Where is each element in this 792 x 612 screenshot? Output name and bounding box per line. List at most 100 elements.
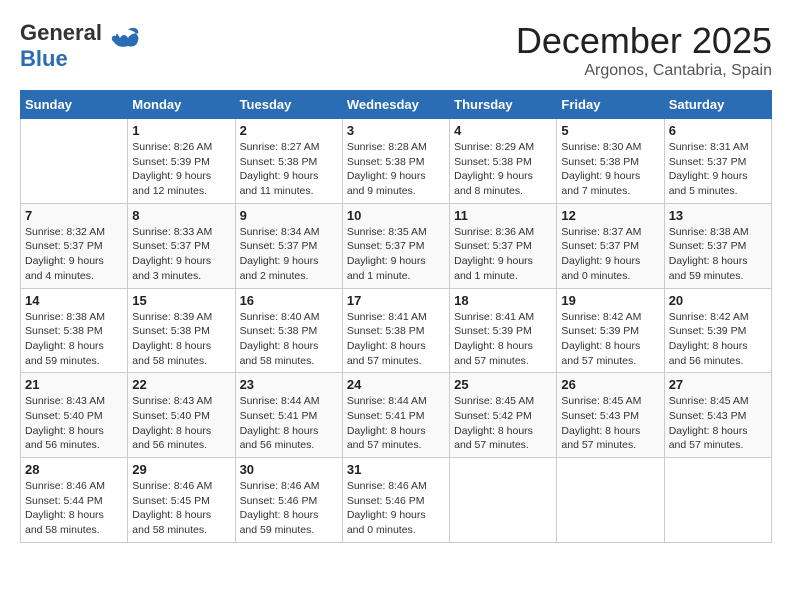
logo-blue: Blue [20,46,68,71]
calendar-day-cell: 15 Sunrise: 8:39 AM Sunset: 5:38 PM Dayli… [128,288,235,373]
calendar-day-cell: 2 Sunrise: 8:27 AM Sunset: 5:38 PM Daylig… [235,119,342,204]
day-info: Sunrise: 8:36 AM Sunset: 5:37 PM Dayligh… [454,225,552,284]
day-info: Sunrise: 8:42 AM Sunset: 5:39 PM Dayligh… [669,310,767,369]
day-of-week-header: Monday [128,91,235,119]
month-title: December 2025 [516,20,772,62]
calendar-day-cell: 21 Sunrise: 8:43 AM Sunset: 5:40 PM Dayli… [21,373,128,458]
day-of-week-header: Saturday [664,91,771,119]
day-number: 2 [240,123,338,138]
day-number: 24 [347,377,445,392]
day-info: Sunrise: 8:46 AM Sunset: 5:46 PM Dayligh… [240,479,338,538]
calendar-day-cell [21,119,128,204]
day-number: 14 [25,293,123,308]
calendar-day-cell [450,458,557,543]
calendar-day-cell: 7 Sunrise: 8:32 AM Sunset: 5:37 PM Daylig… [21,203,128,288]
calendar-body: 1Sunrise: 8:26 AM Sunset: 5:39 PM Daylig… [21,119,772,543]
calendar-day-cell: 31 Sunrise: 8:46 AM Sunset: 5:46 PM Dayli… [342,458,449,543]
day-number: 6 [669,123,767,138]
day-number: 20 [669,293,767,308]
day-number: 10 [347,208,445,223]
day-info: Sunrise: 8:44 AM Sunset: 5:41 PM Dayligh… [347,394,445,453]
day-number: 25 [454,377,552,392]
calendar-day-cell: 1Sunrise: 8:26 AM Sunset: 5:39 PM Daylig… [128,119,235,204]
day-of-week-header: Wednesday [342,91,449,119]
calendar-day-cell: 12 Sunrise: 8:37 AM Sunset: 5:37 PM Dayli… [557,203,664,288]
calendar-day-cell: 26 Sunrise: 8:45 AM Sunset: 5:43 PM Dayli… [557,373,664,458]
day-info: Sunrise: 8:29 AM Sunset: 5:38 PM Dayligh… [454,140,552,199]
calendar-day-cell: 6Sunrise: 8:31 AM Sunset: 5:37 PM Daylig… [664,119,771,204]
day-number: 13 [669,208,767,223]
day-info: Sunrise: 8:33 AM Sunset: 5:37 PM Dayligh… [132,225,230,284]
calendar-day-cell: 4Sunrise: 8:29 AM Sunset: 5:38 PM Daylig… [450,119,557,204]
calendar-day-cell: 28Sunrise: 8:46 AM Sunset: 5:44 PM Dayli… [21,458,128,543]
day-info: Sunrise: 8:46 AM Sunset: 5:46 PM Dayligh… [347,479,445,538]
calendar-day-cell: 13 Sunrise: 8:38 AM Sunset: 5:37 PM Dayli… [664,203,771,288]
day-info: Sunrise: 8:26 AM Sunset: 5:39 PM Dayligh… [132,140,230,199]
calendar-week-row: 28Sunrise: 8:46 AM Sunset: 5:44 PM Dayli… [21,458,772,543]
day-number: 31 [347,462,445,477]
logo: General Blue [20,20,140,72]
day-number: 23 [240,377,338,392]
day-number: 28 [25,462,123,477]
calendar-day-cell: 18Sunrise: 8:41 AM Sunset: 5:39 PM Dayli… [450,288,557,373]
logo-general: General [20,20,102,45]
location: Argonos, Cantabria, Spain [516,62,772,80]
day-number: 26 [561,377,659,392]
day-info: Sunrise: 8:28 AM Sunset: 5:38 PM Dayligh… [347,140,445,199]
calendar-week-row: 1Sunrise: 8:26 AM Sunset: 5:39 PM Daylig… [21,119,772,204]
calendar-day-cell [557,458,664,543]
page-header: General Blue December 2025 Argonos, Cant… [20,20,772,80]
day-number: 19 [561,293,659,308]
calendar-day-cell: 16Sunrise: 8:40 AM Sunset: 5:38 PM Dayli… [235,288,342,373]
day-info: Sunrise: 8:34 AM Sunset: 5:37 PM Dayligh… [240,225,338,284]
calendar-week-row: 21 Sunrise: 8:43 AM Sunset: 5:40 PM Dayli… [21,373,772,458]
calendar-day-cell: 19 Sunrise: 8:42 AM Sunset: 5:39 PM Dayli… [557,288,664,373]
calendar-day-cell: 5 Sunrise: 8:30 AM Sunset: 5:38 PM Daylig… [557,119,664,204]
day-of-week-header: Sunday [21,91,128,119]
calendar-day-cell: 3Sunrise: 8:28 AM Sunset: 5:38 PM Daylig… [342,119,449,204]
calendar-day-cell: 29Sunrise: 8:46 AM Sunset: 5:45 PM Dayli… [128,458,235,543]
logo-text: General Blue [20,20,102,72]
day-number: 27 [669,377,767,392]
day-number: 5 [561,123,659,138]
day-info: Sunrise: 8:38 AM Sunset: 5:37 PM Dayligh… [669,225,767,284]
day-number: 7 [25,208,123,223]
day-info: Sunrise: 8:37 AM Sunset: 5:37 PM Dayligh… [561,225,659,284]
day-info: Sunrise: 8:30 AM Sunset: 5:38 PM Dayligh… [561,140,659,199]
day-number: 12 [561,208,659,223]
day-info: Sunrise: 8:43 AM Sunset: 5:40 PM Dayligh… [25,394,123,453]
calendar-day-cell: 30 Sunrise: 8:46 AM Sunset: 5:46 PM Dayli… [235,458,342,543]
calendar-day-cell: 25 Sunrise: 8:45 AM Sunset: 5:42 PM Dayli… [450,373,557,458]
calendar-header: SundayMondayTuesdayWednesdayThursdayFrid… [21,91,772,119]
day-number: 30 [240,462,338,477]
day-info: Sunrise: 8:35 AM Sunset: 5:37 PM Dayligh… [347,225,445,284]
calendar-day-cell [664,458,771,543]
day-number: 8 [132,208,230,223]
day-info: Sunrise: 8:45 AM Sunset: 5:43 PM Dayligh… [669,394,767,453]
calendar-day-cell: 9Sunrise: 8:34 AM Sunset: 5:37 PM Daylig… [235,203,342,288]
title-area: December 2025 Argonos, Cantabria, Spain [516,20,772,80]
day-info: Sunrise: 8:39 AM Sunset: 5:38 PM Dayligh… [132,310,230,369]
day-info: Sunrise: 8:46 AM Sunset: 5:45 PM Dayligh… [132,479,230,538]
calendar-day-cell: 8 Sunrise: 8:33 AM Sunset: 5:37 PM Daylig… [128,203,235,288]
day-info: Sunrise: 8:41 AM Sunset: 5:39 PM Dayligh… [454,310,552,369]
day-of-week-header: Tuesday [235,91,342,119]
day-number: 15 [132,293,230,308]
calendar-day-cell: 10 Sunrise: 8:35 AM Sunset: 5:37 PM Dayli… [342,203,449,288]
day-of-week-header: Friday [557,91,664,119]
day-info: Sunrise: 8:32 AM Sunset: 5:37 PM Dayligh… [25,225,123,284]
day-info: Sunrise: 8:27 AM Sunset: 5:38 PM Dayligh… [240,140,338,199]
day-info: Sunrise: 8:40 AM Sunset: 5:38 PM Dayligh… [240,310,338,369]
calendar-day-cell: 20 Sunrise: 8:42 AM Sunset: 5:39 PM Dayli… [664,288,771,373]
days-of-week-row: SundayMondayTuesdayWednesdayThursdayFrid… [21,91,772,119]
day-info: Sunrise: 8:38 AM Sunset: 5:38 PM Dayligh… [25,310,123,369]
day-info: Sunrise: 8:45 AM Sunset: 5:43 PM Dayligh… [561,394,659,453]
calendar-day-cell: 14 Sunrise: 8:38 AM Sunset: 5:38 PM Dayli… [21,288,128,373]
day-number: 21 [25,377,123,392]
calendar-week-row: 14 Sunrise: 8:38 AM Sunset: 5:38 PM Dayli… [21,288,772,373]
day-info: Sunrise: 8:45 AM Sunset: 5:42 PM Dayligh… [454,394,552,453]
day-info: Sunrise: 8:43 AM Sunset: 5:40 PM Dayligh… [132,394,230,453]
day-number: 22 [132,377,230,392]
day-info: Sunrise: 8:42 AM Sunset: 5:39 PM Dayligh… [561,310,659,369]
calendar-day-cell: 23Sunrise: 8:44 AM Sunset: 5:41 PM Dayli… [235,373,342,458]
